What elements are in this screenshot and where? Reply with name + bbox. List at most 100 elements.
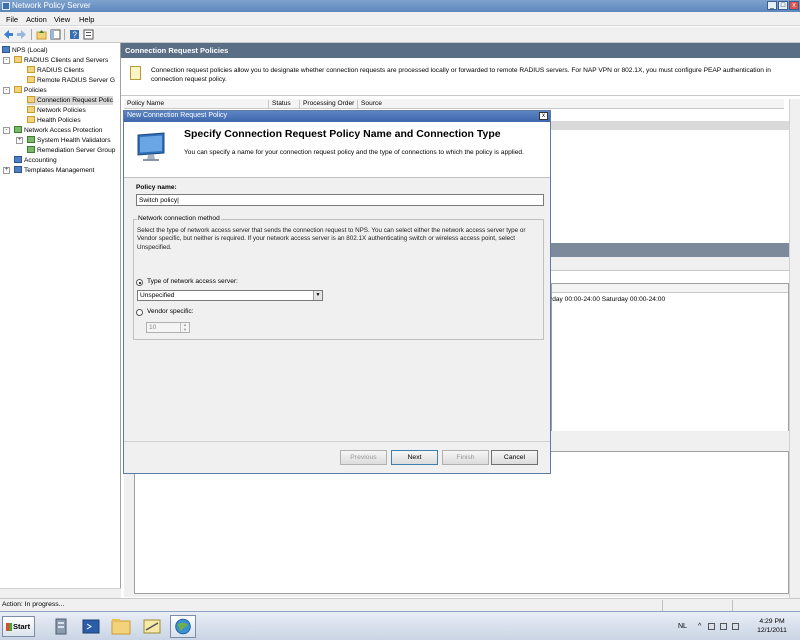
minimize-button[interactable]: _ [767,1,777,10]
folder-icon [27,96,35,103]
expand-icon[interactable]: + [16,137,23,144]
tree-item-label: Remediation Server Group [37,147,116,154]
vendor-value: 10 [149,324,157,331]
tree-item[interactable]: Accounting [14,156,57,165]
column-processing-order[interactable]: Processing Order [299,100,354,109]
notepad-icon[interactable] [139,615,165,638]
tree-item-label: Network Policies [37,107,86,114]
svg-text:?: ? [73,31,78,40]
nps-taskbar-icon[interactable] [170,615,196,638]
pane-header: Connection Request Policies [121,43,800,58]
tree-item-label: RADIUS Clients and Servers [24,57,109,64]
network-icon[interactable] [720,623,727,630]
management-icon [14,166,22,173]
up-folder-icon[interactable] [36,29,47,40]
selected-policy-row[interactable] [551,121,789,130]
tree-item[interactable]: Health Policies [27,116,81,125]
cancel-button[interactable]: Cancel [491,450,538,465]
properties-icon[interactable] [83,29,94,40]
policy-name-input[interactable]: Switch policy| [136,194,544,206]
dialog-title-bar: New Connection Request Policy x [124,111,550,122]
group-description: Select the type of network access server… [137,227,526,251]
dialog-subheading: You can specify a name for your connecti… [184,149,524,156]
help-icon[interactable]: ? [69,29,80,40]
tree-root-nps-local[interactable]: NPS (Local) [2,46,48,55]
maximize-button[interactable]: □ [778,1,788,10]
window-title-bar: Network Policy Server _ □ x [0,0,800,12]
tree-item[interactable]: Policies [14,86,47,95]
menu-help[interactable]: Help [79,15,94,24]
tree-item-label: Policies [24,87,47,94]
tree-item-label: RADIUS Clients [37,67,84,74]
dialog-close-button[interactable]: x [539,112,548,120]
server-manager-icon[interactable] [48,615,74,638]
info-text: Connection request policies allow you to… [151,67,771,83]
policy-name-label: Policy name: [136,184,177,191]
folder-icon [14,56,22,63]
details-tabs [551,257,800,271]
tree-item[interactable]: Connection Request Polic [27,96,113,105]
main-vertical-scrollbar[interactable] [789,99,800,598]
next-button[interactable]: Next [391,450,438,465]
tree-item[interactable]: RADIUS Clients [27,66,84,75]
collapse-icon[interactable]: - [3,57,10,64]
folder-icon [27,76,35,83]
tree-item-label: Templates Management [24,167,95,174]
action-center-flag-icon[interactable] [708,623,715,630]
expand-icon[interactable]: + [3,167,10,174]
clock[interactable]: 4:29 PM 12/1/2011 [752,617,792,635]
column-source[interactable]: Source [357,100,382,109]
previous-button[interactable]: Previous [340,450,387,465]
menu-file[interactable]: File [6,15,18,24]
system-tray: NL ^ 4:29 PM 12/1/2011 [670,614,800,640]
window-title: Network Policy Server [12,1,91,10]
dialog-heading: Specify Connection Request Policy Name a… [184,128,501,140]
tree-item[interactable]: RADIUS Clients and Servers [14,56,108,65]
tree-item[interactable]: Remediation Server Group [27,146,115,155]
finish-button[interactable]: Finish [442,450,489,465]
show-hidden-icons-icon[interactable]: ^ [698,623,705,630]
tree-item-label: Health Policies [37,117,81,124]
show-hide-tree-icon[interactable] [50,29,61,40]
folder-icon [27,116,35,123]
tree-item[interactable]: Remote RADIUS Server G [27,76,115,85]
powershell-icon[interactable] [78,615,104,638]
info-panel: Connection request policies allow you to… [121,58,800,96]
close-button[interactable]: x [789,1,799,10]
nps-app-icon [2,2,10,10]
tree-horizontal-scrollbar[interactable] [0,588,121,598]
chevron-down-icon[interactable]: ▼ [313,291,322,300]
vendor-radio-button[interactable] [136,309,143,316]
tree-item-label: Remote RADIUS Server G [37,77,116,84]
clock-date: 12/1/2011 [757,627,787,634]
status-bar: Action: In progress... [0,598,800,611]
explorer-folder-icon[interactable] [108,615,134,638]
collapse-icon[interactable]: - [3,87,10,94]
back-arrow-icon[interactable] [3,29,14,40]
menu-view[interactable]: View [54,15,70,24]
dialog-title: New Connection Request Policy [127,112,227,119]
folder-icon [27,106,35,113]
nas-type-dropdown[interactable]: Unspecified ▼ [137,290,323,301]
forward-arrow-icon[interactable] [16,29,27,40]
start-button[interactable]: Start [2,616,35,637]
volume-icon[interactable] [732,623,739,630]
tree-item-label: Network Access Protection [24,127,103,134]
tree-item[interactable]: Network Policies [27,106,86,115]
column-status[interactable]: Status [268,100,291,109]
tree-item[interactable]: System Health Validators [27,136,111,145]
language-indicator[interactable]: NL [678,623,687,630]
tree-item-label: System Health Validators [37,137,111,144]
type-radio-button[interactable] [136,279,143,286]
menu-bar: File Action View Help [0,12,800,26]
conditions-table-header [552,284,788,293]
collapse-icon[interactable]: - [3,127,10,134]
tree-item[interactable]: Network Access Protection [14,126,102,135]
taskbar: Start NL ^ 4:29 PM 12/1/2011 [0,611,800,640]
tree-item[interactable]: Templates Management [14,166,94,175]
details-header [551,243,800,257]
menu-action[interactable]: Action [26,15,47,24]
stepper-arrows-icon[interactable]: ▲ ▼ [180,322,189,332]
vendor-stepper[interactable]: 10 ▲ ▼ [146,322,190,333]
column-policy-name[interactable]: Policy Name [124,100,164,109]
